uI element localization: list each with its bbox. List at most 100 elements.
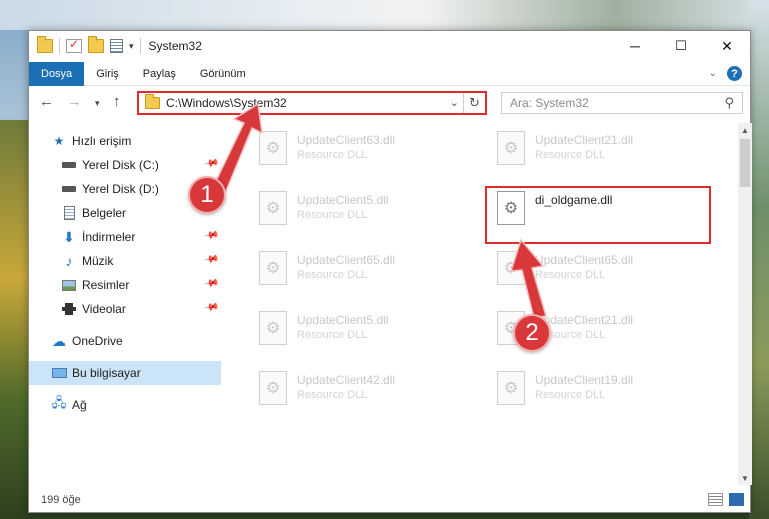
file-name: UpdateClient42.dll — [297, 373, 396, 387]
scroll-up-icon[interactable]: ▲ — [738, 123, 752, 137]
file-item[interactable]: ⚙ UpdateClient65.dll Resource DLL — [249, 245, 439, 295]
sidebar-item-pictures[interactable]: Resimler 📌 — [29, 273, 221, 297]
file-item[interactable]: ⚙ UpdateClient5.dll Resource DLL — [249, 185, 439, 235]
up-arrow-icon[interactable]: ↑ — [113, 93, 121, 110]
file-item[interactable]: ⚙ UpdateClient63.dll Resource DLL — [249, 125, 439, 175]
address-bar[interactable]: C:\Windows\System32 ⌄ ↻ — [137, 91, 487, 115]
sidebar-item-label: İndirmeler — [82, 230, 136, 244]
expand-ribbon-chevron-icon[interactable]: ⌄ — [709, 68, 717, 79]
pin-icon[interactable]: 📌 — [203, 275, 220, 291]
desktop-background-right — [749, 0, 769, 519]
file-item[interactable]: ⚙ UpdateClient21.dll Resource DLL — [487, 125, 677, 175]
file-list: ⚙ UpdateClient63.dll Resource DLL ⚙ Upda… — [239, 121, 739, 481]
pin-icon[interactable]: 📌 — [203, 227, 220, 243]
dll-file-icon: ⚙ — [259, 191, 287, 225]
folder-icon — [145, 94, 160, 109]
ribbon-right-controls: ⌄ ? — [709, 66, 742, 81]
file-item[interactable]: ⚙ UpdateClient65.dll Resource DLL — [487, 245, 677, 295]
tab-dosya[interactable]: Dosya — [29, 61, 85, 86]
pin-icon[interactable]: 📌 — [203, 251, 220, 267]
file-name: UpdateClient21.dll — [535, 133, 634, 147]
new-folder-icon[interactable] — [88, 36, 104, 53]
disk-icon — [61, 182, 77, 196]
disk-icon — [61, 158, 77, 172]
file-name: UpdateClient65.dll — [535, 253, 634, 267]
quick-access-toolbar: ▾ — [29, 36, 141, 54]
highlight-box — [485, 186, 711, 244]
file-type: Resource DLL — [535, 149, 606, 161]
cloud-icon: ☁ — [52, 332, 66, 349]
dll-file-icon: ⚙ — [259, 371, 287, 405]
customize-toolbar-dropdown-icon[interactable]: ▾ — [129, 41, 134, 52]
file-type: Resource DLL — [297, 269, 368, 281]
tab-paylas[interactable]: Paylaş — [131, 62, 188, 86]
address-dropdown-icon[interactable]: ⌄ — [450, 96, 459, 109]
sidebar-item-downloads[interactable]: ⬇ İndirmeler 📌 — [29, 225, 221, 249]
file-name: UpdateClient65.dll — [297, 253, 396, 267]
file-name: UpdateClient21.dll — [535, 313, 634, 327]
sidebar-item-label: Yerel Disk (C:) — [82, 158, 159, 172]
navigation-pane: ★ Hızlı erişim Yerel Disk (C:) 📌 Yerel D… — [29, 125, 221, 485]
search-input[interactable] — [510, 96, 710, 110]
file-item[interactable]: ⚙ UpdateClient42.dll Resource DLL — [249, 365, 439, 415]
dll-file-icon: ⚙ — [497, 251, 525, 285]
navigation-bar: ← → ▾ ↑ C:\Windows\System32 ⌄ ↻ ⚲ — [29, 89, 750, 117]
file-item[interactable]: ⚙ UpdateClient19.dll Resource DLL — [487, 365, 677, 415]
pin-icon[interactable]: 📌 — [203, 299, 220, 315]
file-type: Resource DLL — [297, 149, 368, 161]
details-view-icon[interactable] — [708, 493, 723, 506]
scroll-down-icon[interactable]: ▼ — [738, 471, 752, 485]
sidebar-item-this-pc[interactable]: Bu bilgisayar — [29, 361, 221, 385]
dll-file-icon: ⚙ — [497, 371, 525, 405]
minimize-button[interactable]: ─ — [612, 31, 658, 61]
sidebar-item-label: Bu bilgisayar — [72, 366, 141, 380]
network-icon: 🖧 — [51, 395, 67, 410]
sidebar-item-label: Belgeler — [82, 206, 127, 220]
sidebar-item-label: Müzik — [82, 254, 114, 268]
step-1-badge: 1 — [188, 176, 226, 214]
address-path[interactable]: C:\Windows\System32 — [166, 96, 287, 110]
window-title: System32 — [148, 39, 202, 53]
sidebar-item-videos[interactable]: Videolar 📌 — [29, 297, 221, 321]
window-controls: ─ ☐ ✕ — [612, 31, 750, 61]
sidebar-item-quick-access[interactable]: ★ Hızlı erişim — [29, 129, 221, 153]
sidebar-item-local-disk-c[interactable]: Yerel Disk (C:) 📌 — [29, 153, 221, 177]
close-button[interactable]: ✕ — [704, 31, 750, 61]
tab-gorunum[interactable]: Görünüm — [188, 62, 258, 86]
dll-file-icon: ⚙ — [497, 131, 525, 165]
file-name: UpdateClient5.dll — [297, 313, 389, 327]
file-item[interactable]: ⚙ UpdateClient5.dll Resource DLL — [249, 305, 439, 355]
refresh-icon[interactable]: ↻ — [463, 93, 485, 113]
sidebar-item-onedrive[interactable]: ☁ OneDrive — [29, 329, 221, 353]
step-2-badge: 2 — [513, 314, 551, 352]
back-arrow-icon[interactable]: ← — [39, 93, 54, 110]
maximize-button[interactable]: ☐ — [658, 31, 704, 61]
sidebar-item-label: Videolar — [82, 302, 126, 316]
item-count: 199 öğe — [41, 494, 81, 506]
search-icon[interactable]: ⚲ — [724, 95, 734, 111]
documents-icon — [61, 206, 77, 220]
scrollbar-thumb[interactable] — [740, 139, 750, 187]
sidebar-item-network[interactable]: 🖧 Ağ — [29, 393, 221, 417]
file-type: Resource DLL — [297, 389, 368, 401]
recent-locations-chevron-icon[interactable]: ▾ — [95, 98, 100, 109]
file-name: UpdateClient5.dll — [297, 193, 389, 207]
sidebar-item-label: Ağ — [72, 398, 87, 412]
large-icons-view-icon[interactable] — [729, 493, 744, 506]
view-options-icon[interactable] — [110, 39, 123, 53]
tab-giris[interactable]: Giriş — [84, 62, 131, 86]
sidebar-item-label: OneDrive — [72, 334, 123, 348]
pin-icon[interactable]: 📌 — [203, 155, 220, 171]
file-name: UpdateClient19.dll — [535, 373, 634, 387]
star-icon: ★ — [53, 134, 65, 148]
desktop-background-top — [0, 0, 769, 30]
sidebar-item-music[interactable]: ♪ Müzik 📌 — [29, 249, 221, 273]
forward-arrow-icon[interactable]: → — [67, 93, 82, 110]
vertical-scrollbar[interactable]: ▲ ▼ — [738, 123, 752, 485]
file-explorer-window: ▾ System32 ─ ☐ ✕ Dosya Giriş Paylaş Görü… — [28, 30, 752, 513]
search-box[interactable]: ⚲ — [501, 92, 743, 114]
ribbon-tabs: Dosya Giriş Paylaş Görünüm ⌄ ? — [29, 61, 750, 86]
help-icon[interactable]: ? — [727, 66, 742, 81]
pictures-icon — [61, 278, 77, 292]
properties-check-icon[interactable] — [66, 37, 82, 53]
